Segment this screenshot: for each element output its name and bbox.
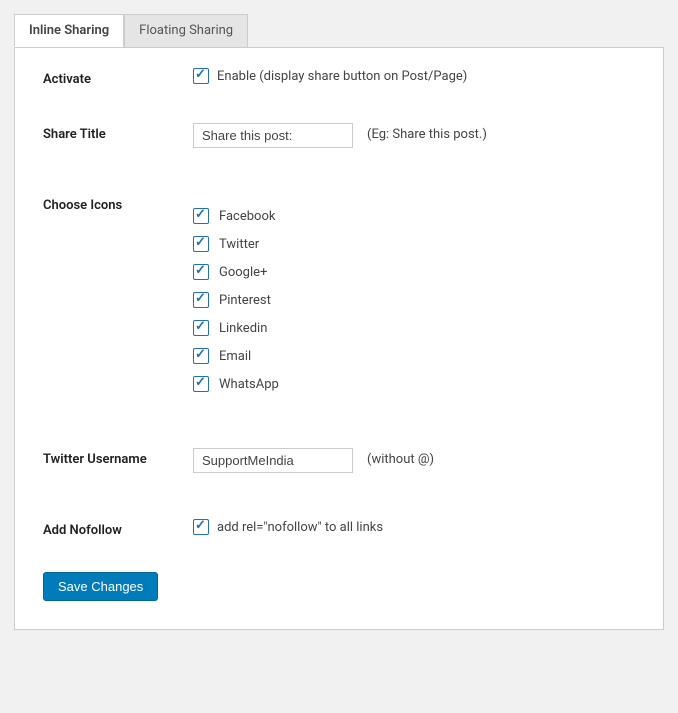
icon-option: Pinterest (193, 292, 279, 308)
activate-text: Enable (display share button on Post/Pag… (217, 69, 467, 84)
icon-name: Twitter (219, 237, 259, 252)
icon-checkbox-pinterest[interactable] (193, 292, 209, 308)
icon-name: Facebook (219, 209, 275, 224)
icon-name: Linkedin (219, 321, 267, 336)
save-button[interactable]: Save Changes (43, 572, 158, 601)
tab-inline-sharing[interactable]: Inline Sharing (14, 14, 124, 47)
icon-checkbox-email[interactable] (193, 348, 209, 364)
icon-checkbox-googleplus[interactable] (193, 264, 209, 280)
icon-option: Facebook (193, 208, 279, 224)
icon-checkbox-whatsapp[interactable] (193, 376, 209, 392)
activate-checkbox[interactable] (193, 68, 209, 84)
activate-label: Activate (43, 68, 193, 87)
share-title-label: Share Title (43, 123, 193, 142)
icon-name: Email (219, 349, 251, 364)
twitter-username-label: Twitter Username (43, 448, 193, 467)
share-title-input[interactable] (193, 123, 353, 148)
icon-checkbox-linkedin[interactable] (193, 320, 209, 336)
icon-name: WhatsApp (219, 377, 279, 392)
icon-name: Pinterest (219, 293, 271, 308)
twitter-username-input[interactable] (193, 448, 353, 473)
share-title-hint: (Eg: Share this post.) (367, 123, 487, 142)
nofollow-label: Add Nofollow (43, 519, 193, 538)
icon-checkbox-facebook[interactable] (193, 208, 209, 224)
tabs: Inline Sharing Floating Sharing (14, 14, 664, 48)
choose-icons-label: Choose Icons (43, 194, 193, 213)
panel: Activate Enable (display share button on… (14, 47, 664, 630)
icon-checkbox-twitter[interactable] (193, 236, 209, 252)
icon-option: Google+ (193, 264, 279, 280)
icon-option: Twitter (193, 236, 279, 252)
icon-name: Google+ (219, 265, 267, 280)
icon-option: Email (193, 348, 279, 364)
nofollow-checkbox[interactable] (193, 519, 209, 535)
icon-option: WhatsApp (193, 376, 279, 392)
icon-option: Linkedin (193, 320, 279, 336)
icons-list: Facebook Twitter Google+ Pinterest (193, 208, 279, 392)
nofollow-text: add rel="nofollow" to all links (217, 520, 383, 535)
tab-floating-sharing[interactable]: Floating Sharing (124, 14, 248, 47)
twitter-username-hint: (without @) (367, 448, 434, 467)
